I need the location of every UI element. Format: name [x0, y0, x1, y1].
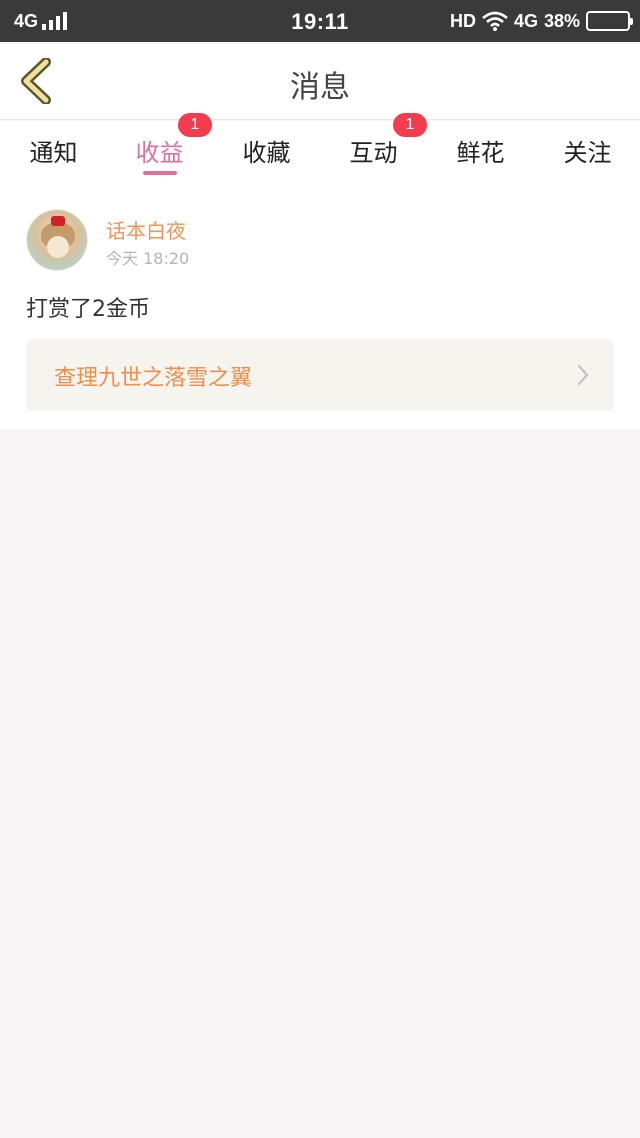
back-button[interactable]	[12, 56, 58, 106]
network-type-label: 4G	[14, 10, 39, 31]
work-title: 查理九世之落雪之翼	[54, 366, 253, 391]
tab-flowers[interactable]: 鲜花	[427, 121, 534, 181]
network-type-right-label: 4G	[513, 10, 538, 31]
page-title: 消息	[290, 70, 350, 105]
header-bar: 消息	[0, 42, 640, 120]
battery-percent: 38%	[543, 10, 580, 31]
message-item: 话本白夜 今天 18:20 打赏了2金币 查理九世之落雪之翼	[0, 181, 640, 429]
status-bar: 4G 19:11 HD 4G 38%	[0, 0, 640, 42]
tab-interactions[interactable]: 互动 1	[320, 113, 427, 181]
work-link-card[interactable]: 查理九世之落雪之翼	[26, 339, 614, 411]
tab-favorites[interactable]: 收藏	[213, 121, 320, 181]
tab-label: 鲜花	[456, 139, 505, 167]
message-text: 打赏了2金币	[26, 297, 150, 322]
user-name[interactable]: 话本白夜	[106, 215, 186, 244]
tab-bar: 通知 收益 1 收藏 互动 1 鲜花 关注	[0, 113, 640, 181]
tab-earnings[interactable]: 收益 1	[106, 113, 213, 181]
battery-icon	[586, 11, 633, 31]
signal-bars-icon	[42, 12, 68, 30]
message-timestamp: 今天 18:20	[106, 249, 190, 268]
chevron-left-icon	[21, 58, 51, 104]
tab-notifications[interactable]: 通知	[0, 121, 107, 181]
status-left: 4G	[14, 10, 68, 32]
status-right: HD 4G 38%	[449, 9, 633, 33]
tab-label: 关注	[563, 139, 612, 167]
avatar[interactable]	[26, 209, 88, 271]
tab-label: 收藏	[242, 139, 291, 167]
tab-label: 通知	[29, 139, 78, 167]
hd-label: HD	[449, 10, 476, 31]
tab-follows[interactable]: 关注	[534, 121, 640, 181]
tab-label: 互动	[349, 139, 398, 167]
active-tab-indicator	[142, 171, 177, 175]
chevron-right-icon	[577, 364, 589, 386]
tab-label: 收益	[135, 139, 184, 167]
wifi-icon	[482, 11, 508, 31]
unread-badge: 1	[178, 113, 212, 137]
unread-badge: 1	[393, 113, 427, 137]
